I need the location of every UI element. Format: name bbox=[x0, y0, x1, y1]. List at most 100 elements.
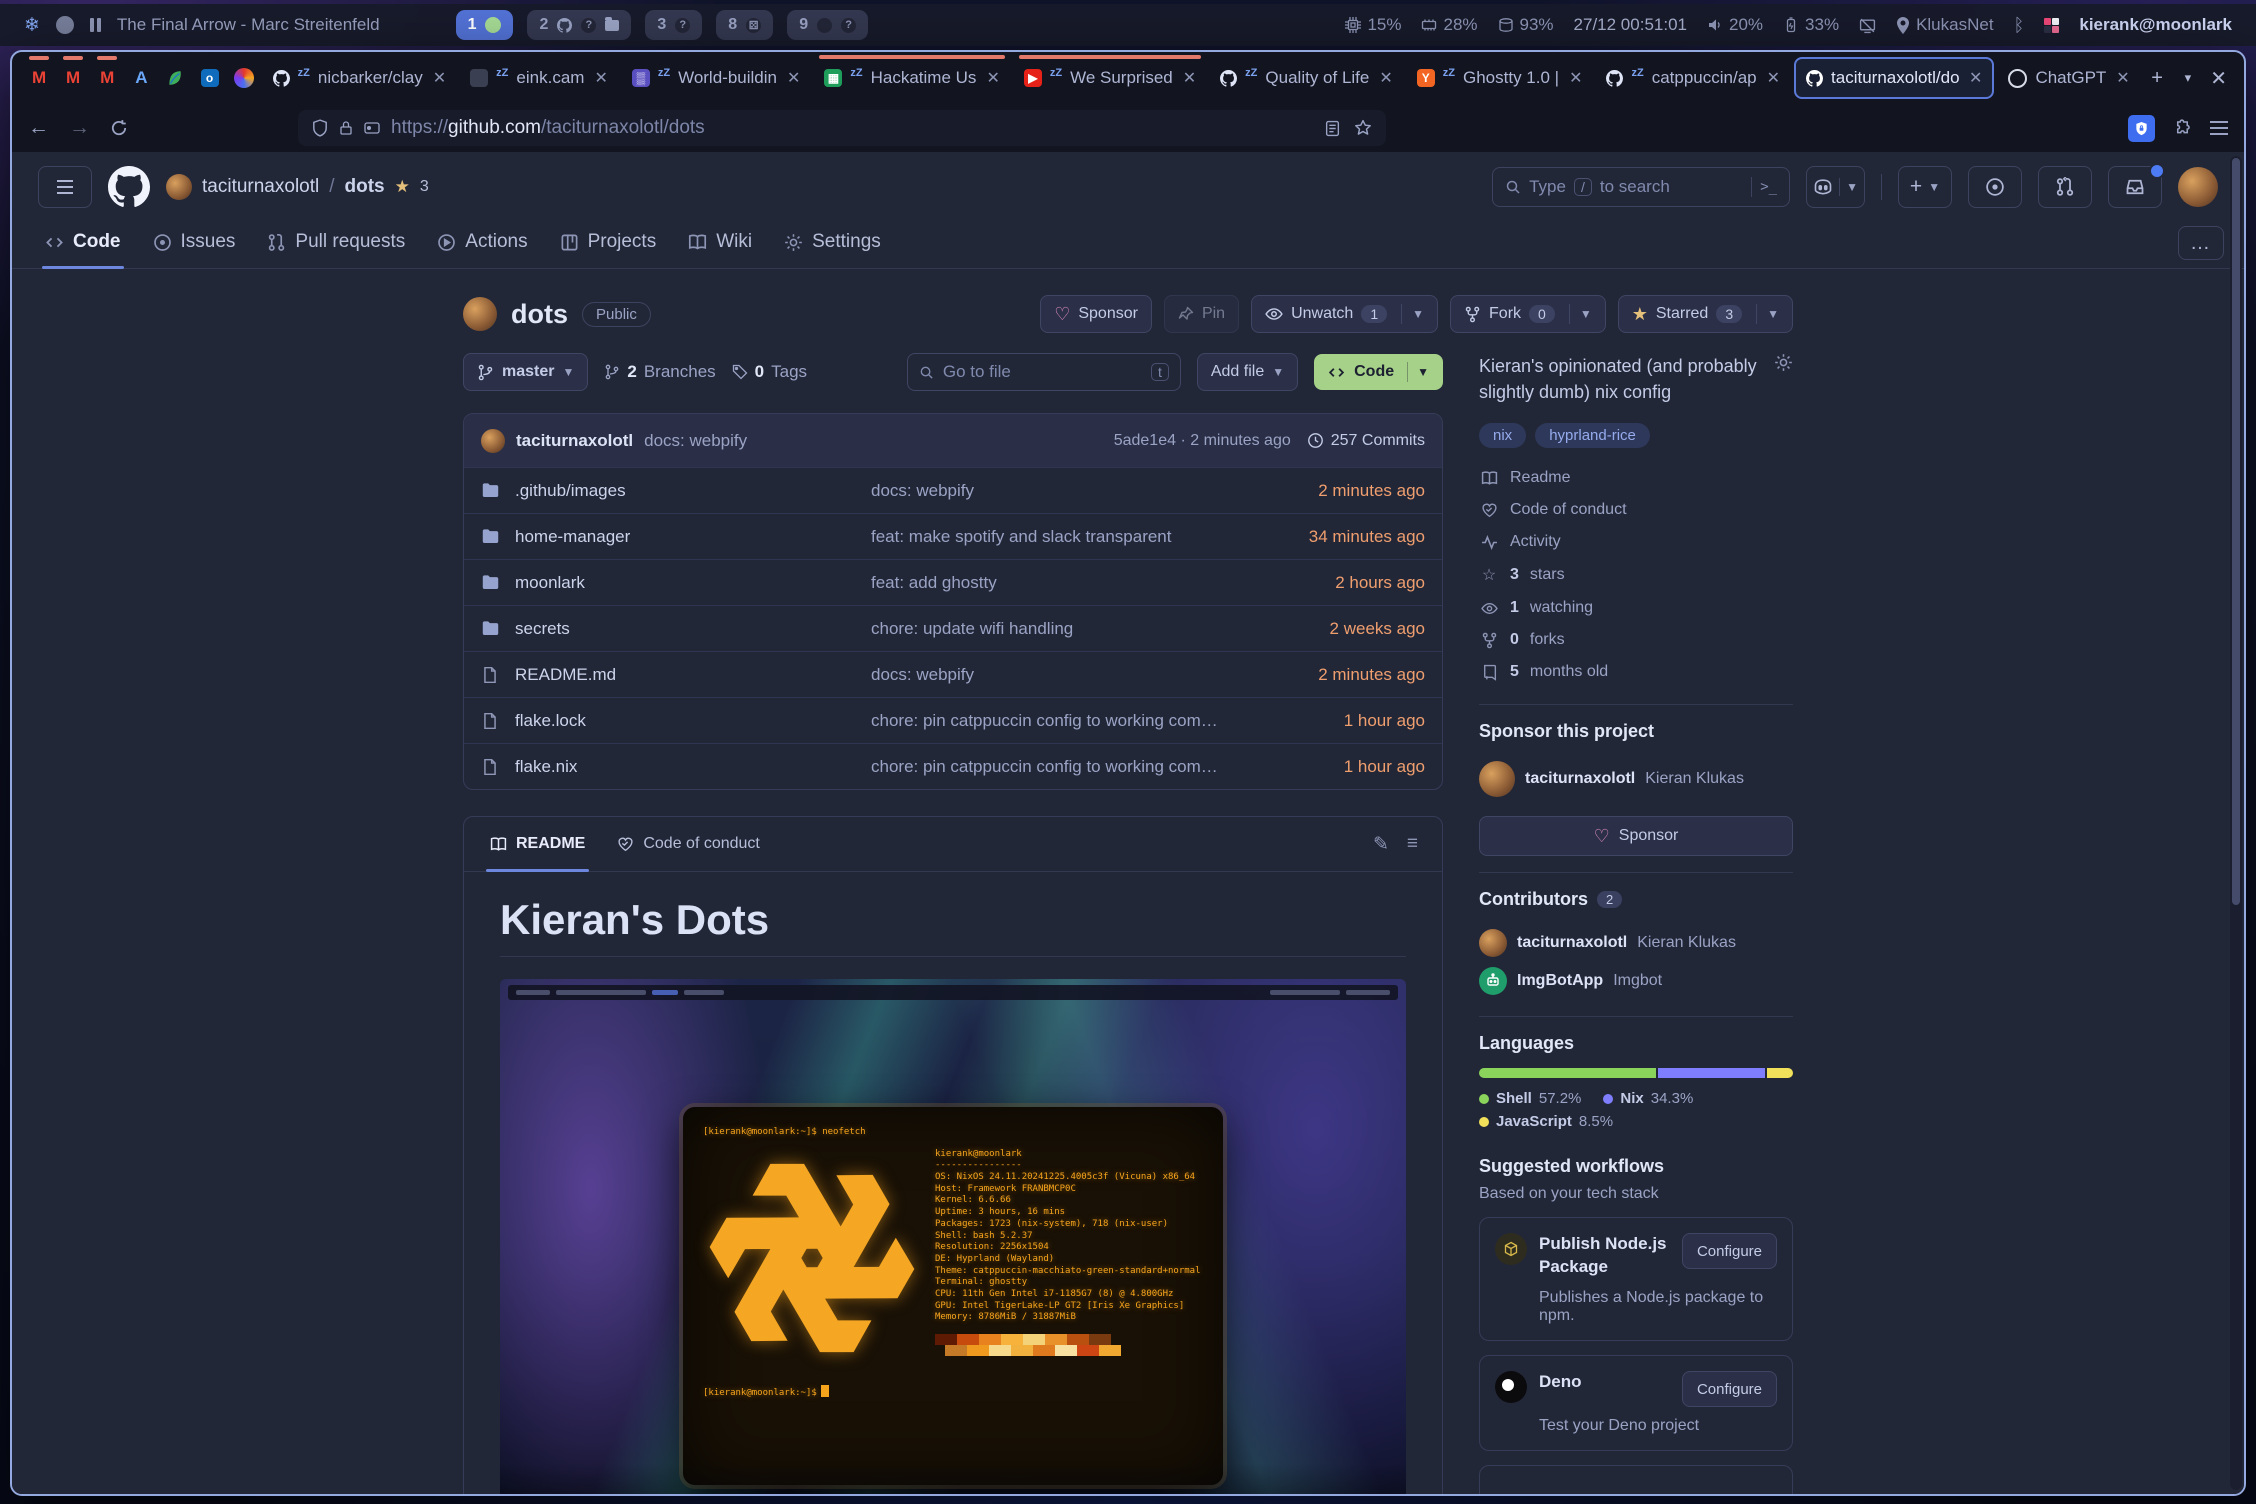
owner-avatar[interactable] bbox=[166, 174, 192, 200]
close-tab-icon[interactable]: ✕ bbox=[787, 68, 800, 88]
global-nav-hamburger[interactable] bbox=[38, 166, 92, 208]
commit-author[interactable]: taciturnaxolotl bbox=[516, 431, 633, 451]
container-icon[interactable] bbox=[364, 121, 380, 135]
pinned-tab-gmail-1[interactable]: M bbox=[24, 60, 54, 96]
extensions-puzzle-icon[interactable] bbox=[2173, 119, 2192, 138]
outline-icon[interactable]: ≡ bbox=[1407, 833, 1418, 856]
command-palette-icon[interactable]: >_ bbox=[1760, 179, 1777, 195]
commit-author-avatar[interactable] bbox=[481, 429, 505, 453]
tab-eink-cam[interactable]: zZ eink.cam ✕ bbox=[460, 59, 618, 97]
forks-stat[interactable]: 0 forks bbox=[1479, 624, 1793, 656]
tab-taciturnaxolotl-dots[interactable]: taciturnaxolotl/do ✕ bbox=[1794, 57, 1994, 99]
repo-avatar[interactable] bbox=[463, 297, 497, 331]
workspace-8[interactable]: 8 ⚄ bbox=[716, 10, 773, 40]
close-tab-icon[interactable]: ✕ bbox=[1767, 68, 1780, 88]
topic-nix[interactable]: nix bbox=[1479, 423, 1526, 448]
reader-mode-icon[interactable] bbox=[1325, 120, 1340, 137]
code-of-conduct-link[interactable]: Code of conduct bbox=[1479, 494, 1793, 526]
close-tab-icon[interactable]: ✕ bbox=[2116, 68, 2129, 88]
url-text[interactable]: https://github.com/taciturnaxolotl/dots bbox=[391, 117, 705, 139]
contributor-row[interactable]: ImgBotApp Imgbot bbox=[1479, 962, 1793, 1000]
configure-button[interactable]: Configure bbox=[1682, 1233, 1777, 1269]
stars-stat[interactable]: ☆ 3 stars bbox=[1479, 558, 1793, 592]
activity-link[interactable]: Activity bbox=[1479, 526, 1793, 558]
pinned-tab-gmail-3[interactable]: M bbox=[92, 60, 122, 96]
chevron-down-icon[interactable]: ▼ bbox=[1417, 365, 1429, 379]
workspace-1[interactable]: 1 bbox=[456, 10, 514, 40]
tab-actions[interactable]: Actions bbox=[424, 218, 540, 268]
bluetooth-icon[interactable]: ᛒ bbox=[2014, 15, 2025, 36]
readme-screenshot[interactable]: [kierank@moonlark:~]$ neofetch bbox=[500, 979, 1406, 1494]
chevron-down-icon[interactable]: ▼ bbox=[1846, 180, 1858, 194]
pinned-tab-leaf[interactable] bbox=[160, 60, 190, 96]
lock-icon[interactable] bbox=[339, 120, 353, 136]
chevron-down-icon[interactable]: ▼ bbox=[1580, 307, 1592, 321]
close-tab-icon[interactable]: ✕ bbox=[986, 68, 999, 88]
workspace-9[interactable]: 9 ? bbox=[787, 10, 868, 40]
file-row[interactable]: home-manager feat: make spotify and slac… bbox=[464, 513, 1442, 559]
workspace-3[interactable]: 3 ? bbox=[645, 10, 702, 40]
pin-button[interactable]: Pin bbox=[1164, 295, 1239, 333]
breadcrumb-repo[interactable]: dots bbox=[345, 176, 385, 198]
breadcrumb-owner[interactable]: taciturnaxolotl bbox=[202, 176, 319, 198]
network[interactable]: KlukasNet bbox=[1896, 15, 1993, 35]
tab-youtube[interactable]: ▶ zZ We Surprised ✕ bbox=[1014, 59, 1206, 97]
file-row[interactable]: secrets chore: update wifi handling 2 we… bbox=[464, 605, 1442, 651]
close-tab-icon[interactable]: ✕ bbox=[1569, 68, 1582, 88]
tab-nicbarker-clay[interactable]: zZ nicbarker/clay ✕ bbox=[263, 59, 457, 97]
nav-more-button[interactable]: … bbox=[2178, 226, 2224, 260]
tab-code-of-conduct[interactable]: Code of conduct bbox=[601, 817, 776, 871]
tab-wiki[interactable]: Wiki bbox=[675, 218, 765, 268]
tab-hackatime[interactable]: ▦ zZ Hackatime Us ✕ bbox=[814, 59, 1009, 97]
file-row[interactable]: .github/images docs: webpify 2 minutes a… bbox=[464, 467, 1442, 513]
lang-shell[interactable]: Shell 57.2% bbox=[1479, 1090, 1581, 1107]
tags-link[interactable]: 0 Tags bbox=[732, 362, 807, 382]
copilot-button[interactable]: ▼ bbox=[1806, 166, 1865, 208]
commit-history-link[interactable]: 257 Commits bbox=[1307, 432, 1425, 450]
idle-inhibitor-icon[interactable] bbox=[1859, 17, 1876, 34]
pull-requests-button[interactable] bbox=[2038, 166, 2092, 208]
branch-selector[interactable]: master ▼ bbox=[463, 353, 588, 391]
github-logo[interactable] bbox=[108, 166, 150, 208]
file-row[interactable]: README.md docs: webpify 2 minutes ago bbox=[464, 651, 1442, 697]
close-window-icon[interactable]: ✕ bbox=[2205, 62, 2232, 94]
nixos-icon[interactable]: ❄ bbox=[24, 16, 40, 35]
pinned-tab-outlook[interactable]: o bbox=[194, 60, 224, 96]
tab-projects[interactable]: Projects bbox=[547, 218, 670, 268]
edit-pencil-icon[interactable]: ✎ bbox=[1373, 833, 1389, 856]
readme-link[interactable]: Readme bbox=[1479, 462, 1793, 494]
create-new-button[interactable]: +▼ bbox=[1898, 166, 1952, 208]
media-pause-icon[interactable] bbox=[90, 18, 101, 32]
fork-button[interactable]: Fork 0 ▼ bbox=[1450, 295, 1606, 333]
tab-issues[interactable]: Issues bbox=[140, 218, 249, 268]
tab-quality-of-life[interactable]: zZ Quality of Life ✕ bbox=[1210, 59, 1403, 97]
tab-chatgpt[interactable]: ChatGPT ✕ bbox=[1998, 59, 2139, 97]
code-download-button[interactable]: Code ▼ bbox=[1314, 354, 1443, 390]
close-tab-icon[interactable]: ✕ bbox=[1969, 68, 1982, 88]
file-row[interactable]: flake.lock chore: pin catppuccin config … bbox=[464, 697, 1442, 743]
tab-settings[interactable]: Settings bbox=[771, 218, 894, 268]
chevron-down-icon[interactable]: ▼ bbox=[1412, 307, 1424, 321]
bookmark-star-icon[interactable] bbox=[1354, 119, 1372, 137]
branches-link[interactable]: 2 Branches bbox=[604, 362, 715, 382]
menu-hamburger-icon[interactable] bbox=[2210, 121, 2228, 135]
file-row[interactable]: moonlark feat: add ghostty 2 hours ago bbox=[464, 559, 1442, 605]
bitwarden-icon[interactable] bbox=[2128, 115, 2155, 142]
close-tab-icon[interactable]: ✕ bbox=[433, 68, 446, 88]
go-to-file-input[interactable]: Go to file t bbox=[907, 353, 1181, 391]
lang-nix[interactable]: Nix 34.3% bbox=[1603, 1090, 1693, 1107]
sponsor-button[interactable]: ♡ Sponsor bbox=[1040, 295, 1152, 333]
unwatch-button[interactable]: Unwatch 1 ▼ bbox=[1251, 295, 1438, 333]
contributor-row[interactable]: taciturnaxolotl Kieran Klukas bbox=[1479, 924, 1793, 962]
new-tab-button[interactable]: + bbox=[2144, 62, 2171, 94]
tab-hackernews[interactable]: Y zZ Ghostty 1.0 | ✕ bbox=[1407, 59, 1593, 97]
shield-icon[interactable] bbox=[312, 119, 328, 137]
user-avatar[interactable] bbox=[2178, 167, 2218, 207]
pinned-tab-gmail-2[interactable]: M bbox=[58, 60, 88, 96]
starred-button[interactable]: ★ Starred 3 ▼ bbox=[1618, 295, 1793, 333]
sponsor-button-large[interactable]: ♡ Sponsor bbox=[1479, 816, 1793, 856]
close-tab-icon[interactable]: ✕ bbox=[1183, 68, 1196, 88]
languages-bar[interactable] bbox=[1479, 1068, 1793, 1078]
pinned-tab-firefox[interactable] bbox=[229, 60, 259, 96]
tab-code[interactable]: Code bbox=[32, 218, 134, 268]
